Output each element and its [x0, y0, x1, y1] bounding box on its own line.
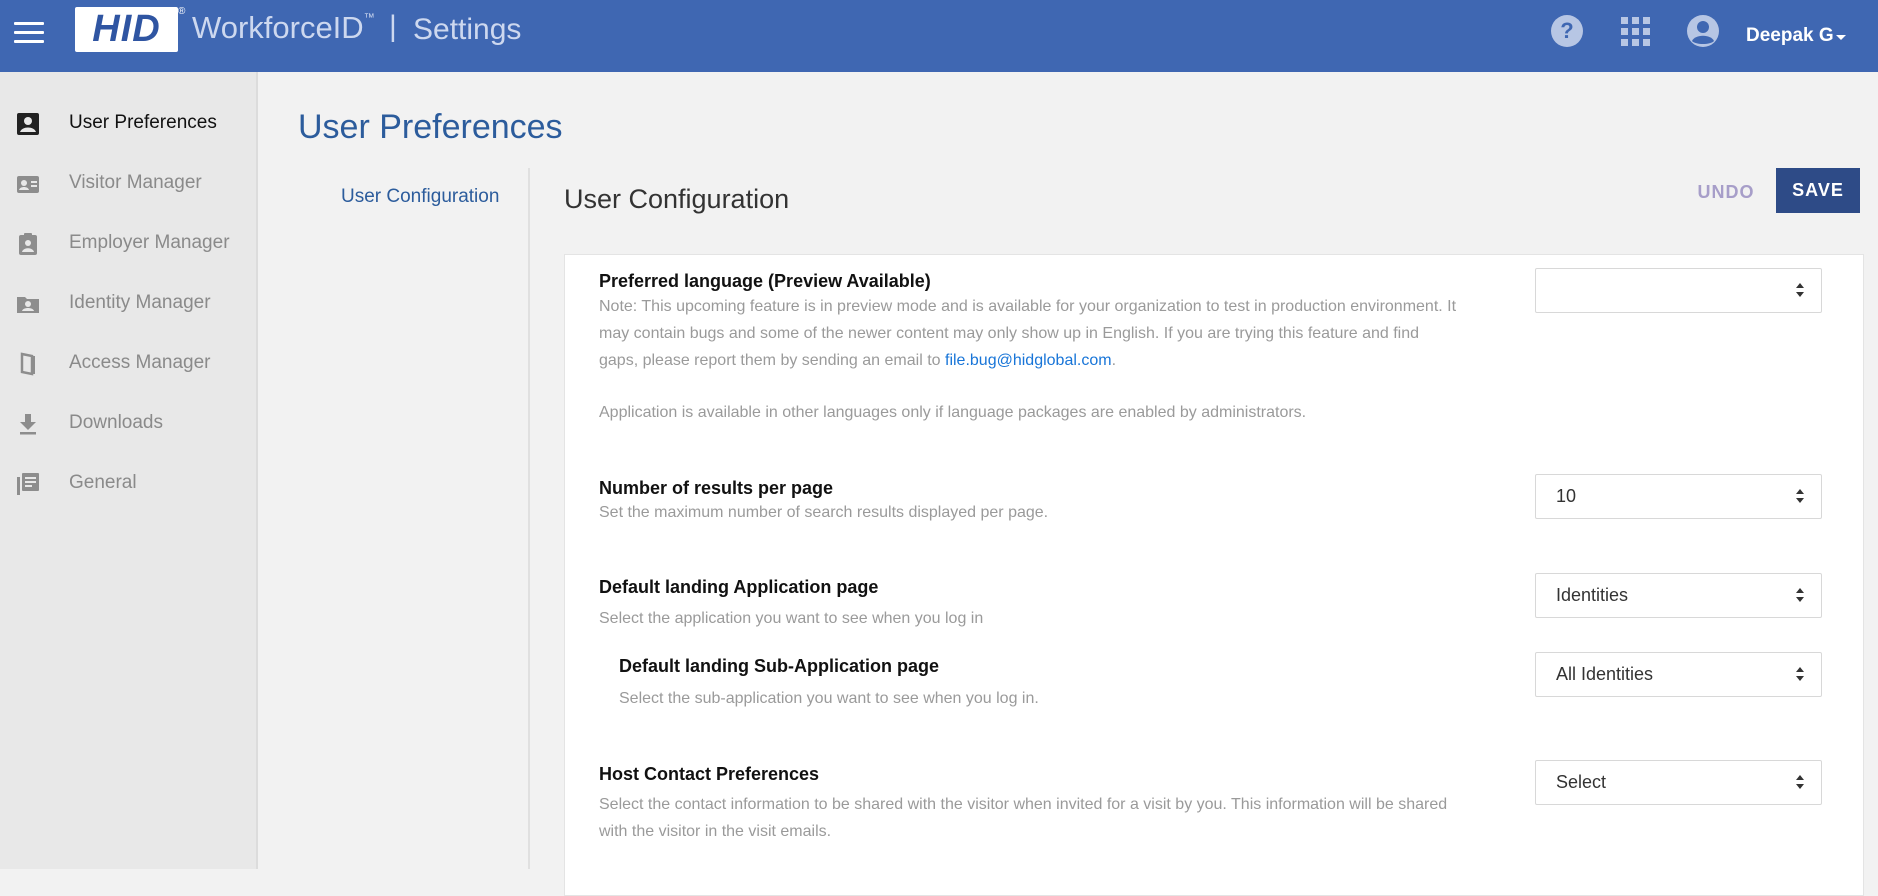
bug-email-link[interactable]: file.bug@hidglobal.com [945, 352, 1112, 369]
brand-label: WorkforceID [192, 10, 364, 45]
menu-icon[interactable] [14, 22, 44, 48]
language-availability-note: Application is available in other langua… [599, 404, 1307, 421]
undo-button[interactable]: UNDO [1690, 172, 1762, 212]
sidebar-item-general[interactable]: General [0, 458, 256, 508]
host-contact-select-value: Select [1556, 772, 1607, 792]
landing-select-value: Identities [1556, 585, 1629, 605]
folder-user-icon [17, 297, 39, 313]
select-arrows-icon [1796, 775, 1804, 789]
sidebar-item-label: Employer Manager [69, 232, 230, 253]
sidebar-item-label: Visitor Manager [69, 172, 202, 193]
sidebar-item-identity-manager[interactable]: Identity Manager [0, 278, 256, 328]
library-icon [17, 473, 39, 495]
section-title: User Configuration [564, 184, 790, 214]
sub-landing-label: Default landing Sub-Application page [619, 656, 940, 676]
results-desc: Set the maximum number of search results… [599, 504, 1049, 521]
landing-label: Default landing Application page [599, 577, 879, 597]
language-note-line: gaps, please report them by sending an e… [599, 347, 1529, 374]
sidebar-item-visitor-manager[interactable]: Visitor Manager [0, 158, 256, 208]
brand-separator: | [389, 10, 397, 43]
sub-landing-page-select[interactable]: All Identities [1535, 652, 1822, 697]
language-note-line: may contain bugs and some of the newer c… [599, 325, 1420, 342]
results-per-page-select[interactable]: 10 [1535, 474, 1822, 519]
select-arrows-icon [1796, 283, 1804, 297]
language-note-text: gaps, please report them by sending an e… [599, 352, 941, 369]
account-icon[interactable] [1686, 14, 1720, 48]
sidebar-item-label: General [69, 472, 137, 493]
sidebar-item-label: User Preferences [69, 112, 217, 133]
section-name: Settings [413, 13, 522, 46]
host-contact-desc: Select the contact information to be sha… [599, 791, 1529, 845]
language-note-period: . [1111, 352, 1117, 369]
logo-text: HID [92, 8, 161, 50]
settings-card: Preferred language (Preview Available) N… [564, 254, 1864, 896]
results-select-value: 10 [1556, 486, 1577, 506]
download-icon [20, 414, 36, 435]
language-note-line: Note: This upcoming feature is in previe… [599, 298, 1457, 315]
sidebar-item-label: Downloads [69, 412, 163, 433]
select-arrows-icon [1796, 489, 1804, 503]
host-contact-label: Host Contact Preferences [599, 764, 820, 784]
host-contact-desc-line: with the visitor in the visit emails. [599, 823, 832, 840]
top-bar: HID ® WorkforceID™ | Settings ? Deepak G [0, 0, 1878, 72]
select-arrows-icon [1796, 667, 1804, 681]
sub-landing-select-value: All Identities [1556, 664, 1654, 684]
door-icon [20, 352, 35, 376]
language-label: Preferred language (Preview Available) [599, 271, 931, 291]
language-select[interactable] [1535, 268, 1822, 313]
sub-landing-desc: Select the sub-application you want to s… [619, 690, 1039, 707]
results-label: Number of results per page [599, 478, 834, 498]
brand-name: WorkforceID™ [192, 10, 375, 46]
select-arrows-icon [1796, 588, 1804, 602]
save-button[interactable]: SAVE [1776, 168, 1860, 213]
user-menu[interactable]: Deepak G [1746, 25, 1834, 47]
apps-grid-icon[interactable] [1621, 17, 1655, 51]
landing-desc: Select the application you want to see w… [599, 610, 984, 627]
sidebar-item-employer-manager[interactable]: Employer Manager [0, 218, 256, 268]
sidebar-item-label: Access Manager [69, 352, 211, 373]
hid-logo: HID [75, 7, 178, 52]
chevron-down-icon[interactable] [1836, 35, 1846, 40]
clipboard-user-icon [19, 233, 37, 255]
svg-text:?: ? [1560, 18, 1573, 43]
user-preferences-icon [17, 113, 39, 135]
help-icon[interactable]: ? [1550, 14, 1584, 48]
subnav-user-configuration[interactable]: User Configuration [341, 186, 499, 208]
host-contact-desc-line: Select the contact information to be sha… [599, 796, 1448, 813]
language-note: Note: This upcoming feature is in previe… [599, 293, 1529, 374]
subnav-divider [528, 168, 530, 869]
sidebar: User Preferences Visitor Manager Employe… [0, 72, 258, 869]
sidebar-item-user-preferences[interactable]: User Preferences [0, 98, 256, 148]
sidebar-item-downloads[interactable]: Downloads [0, 398, 256, 448]
landing-page-select[interactable]: Identities [1535, 573, 1822, 618]
host-contact-select[interactable]: Select [1535, 760, 1822, 805]
sidebar-item-label: Identity Manager [69, 292, 211, 313]
brand-trademark: ™ [363, 12, 375, 24]
sidebar-item-access-manager[interactable]: Access Manager [0, 338, 256, 388]
visitor-badge-icon [17, 176, 39, 193]
page-title: User Preferences [298, 108, 563, 146]
logo-registered-mark: ® [178, 6, 186, 17]
